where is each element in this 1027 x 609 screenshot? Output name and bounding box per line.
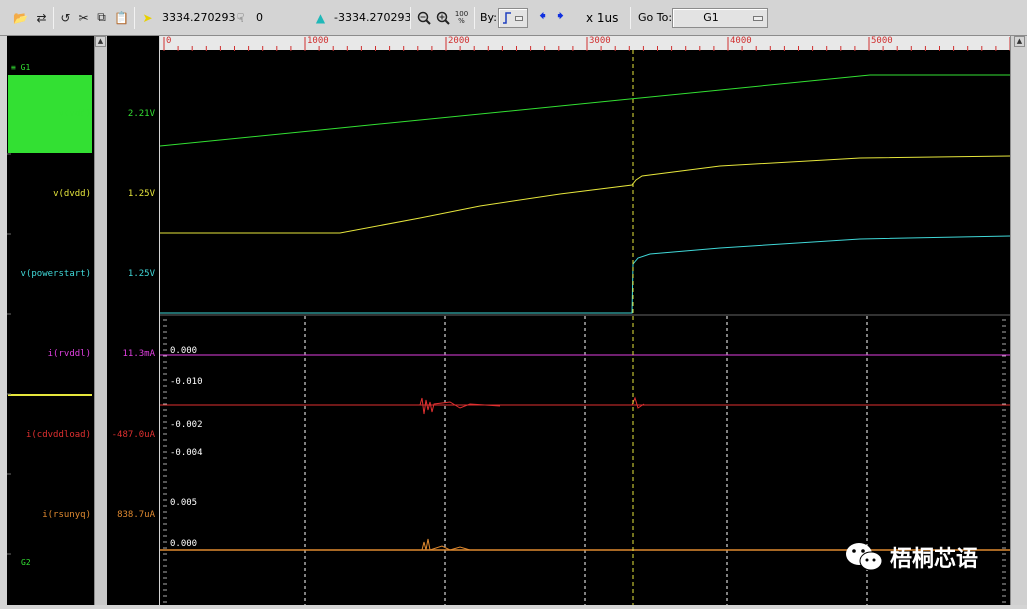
trace-vdd xyxy=(159,74,1010,147)
goto-select[interactable]: G1 xyxy=(672,8,768,28)
copy-icon[interactable]: ⧉ xyxy=(93,9,110,26)
signal-value-rvddl: 11.3mA xyxy=(122,349,155,359)
undo-icon[interactable]: ↺ xyxy=(57,9,74,26)
signal-value-powerstart: 1.25V xyxy=(127,269,155,279)
time-unit: x 1us xyxy=(586,11,619,25)
cut-icon[interactable]: ✂ xyxy=(75,9,92,26)
axis-label: 0.000 xyxy=(170,346,198,356)
watermark-text: 梧桐芯语 xyxy=(890,547,979,572)
goto-value: G1 xyxy=(703,11,719,24)
signal-name-powerstart[interactable]: v(powerstart) xyxy=(21,269,91,279)
ruler-tick-label: 2000 xyxy=(448,36,470,46)
axis-label: -0.002 xyxy=(170,420,203,430)
signal-value-rsunyq: 838.7uA xyxy=(117,510,155,520)
trace-dvdd xyxy=(160,155,1011,234)
paste-icon[interactable]: 📋 xyxy=(113,9,130,26)
signal-value-dvdd: 1.25V xyxy=(127,189,155,199)
axis-label: 0.000 xyxy=(170,539,198,549)
signal-name-rsunyq[interactable]: i(rsunyq) xyxy=(42,510,91,520)
signal-name-dvdd[interactable]: v(dvdd) xyxy=(53,189,91,199)
axis-label: -0.004 xyxy=(170,448,203,458)
axis-label: -0.010 xyxy=(170,377,203,387)
trace-powerstart xyxy=(160,235,1011,314)
zoom-out-icon[interactable] xyxy=(415,9,432,26)
signal-name-rvddl[interactable]: i(rvddl) xyxy=(48,349,91,359)
save-icon[interactable]: ⇄ xyxy=(33,9,50,26)
ruler-tick-label: 5000 xyxy=(871,36,893,46)
time-ruler[interactable]: 0 1000 2000 3000 4000 5000 xyxy=(160,36,1011,51)
ruler-tick-label: 0 xyxy=(166,36,172,46)
waveform-canvas[interactable]: 0 1000 2000 3000 4000 5000 0.000 -0.010 -0.002 -… xyxy=(159,36,1011,605)
axis-label: 0.005 xyxy=(170,498,198,508)
marker-value: 0 xyxy=(256,11,263,24)
open-icon[interactable]: 📂 xyxy=(12,9,29,26)
ruler-tick-label: 3000 xyxy=(589,36,611,46)
marker-icon[interactable]: ☟ xyxy=(232,9,249,26)
ruler-tick-label: 4000 xyxy=(730,36,752,46)
signal-name-vdd[interactable]: v(vdd) xyxy=(58,109,91,119)
signal-value-vdd: 2.21V xyxy=(127,109,155,119)
wechat-icon xyxy=(846,543,883,571)
by-label: By: xyxy=(480,11,497,24)
waveform-svg[interactable] xyxy=(159,36,1011,605)
delta-value: -3334.270293 xyxy=(334,11,412,24)
goto-label: Go To: xyxy=(638,11,673,24)
ruler-tick-label: 1000 xyxy=(307,36,329,46)
cursor-icon[interactable]: ➤ xyxy=(139,9,156,26)
zoom-100-icon[interactable]: 100 % xyxy=(453,9,470,26)
signal-labels: v(vdd) 2.21V v(dvdd) 1.25V v(powerstart)… xyxy=(0,36,159,605)
by-select[interactable] xyxy=(498,8,528,28)
trace-rsunyq-spikes xyxy=(421,538,471,551)
cursor-value: 3334.270293 xyxy=(162,11,236,24)
trace-cdvddload-spikes xyxy=(419,397,501,415)
prev-arrow-icon[interactable]: 🠸 xyxy=(534,9,551,26)
right-scrollbar[interactable]: ▲ xyxy=(1010,36,1027,605)
next-arrow-icon[interactable]: 🠺 xyxy=(552,9,569,26)
toolbar: 📂 ⇄ ↺ ✂ ⧉ 📋 ➤ 3334.270293 ☟ 0 ▲ -3334.27… xyxy=(0,0,1027,36)
zoom-in-icon[interactable] xyxy=(434,9,451,26)
signal-name-cdvddload[interactable]: i(cdvddload) xyxy=(26,430,91,440)
watermark: 梧桐芯语 xyxy=(842,540,978,574)
scroll-right-up-icon[interactable]: ▲ xyxy=(1014,36,1025,47)
delta-icon[interactable]: ▲ xyxy=(312,9,329,26)
trace-cdvddload-spike2 xyxy=(631,396,645,409)
signal-value-cdvddload: -487.0uA xyxy=(111,430,155,440)
